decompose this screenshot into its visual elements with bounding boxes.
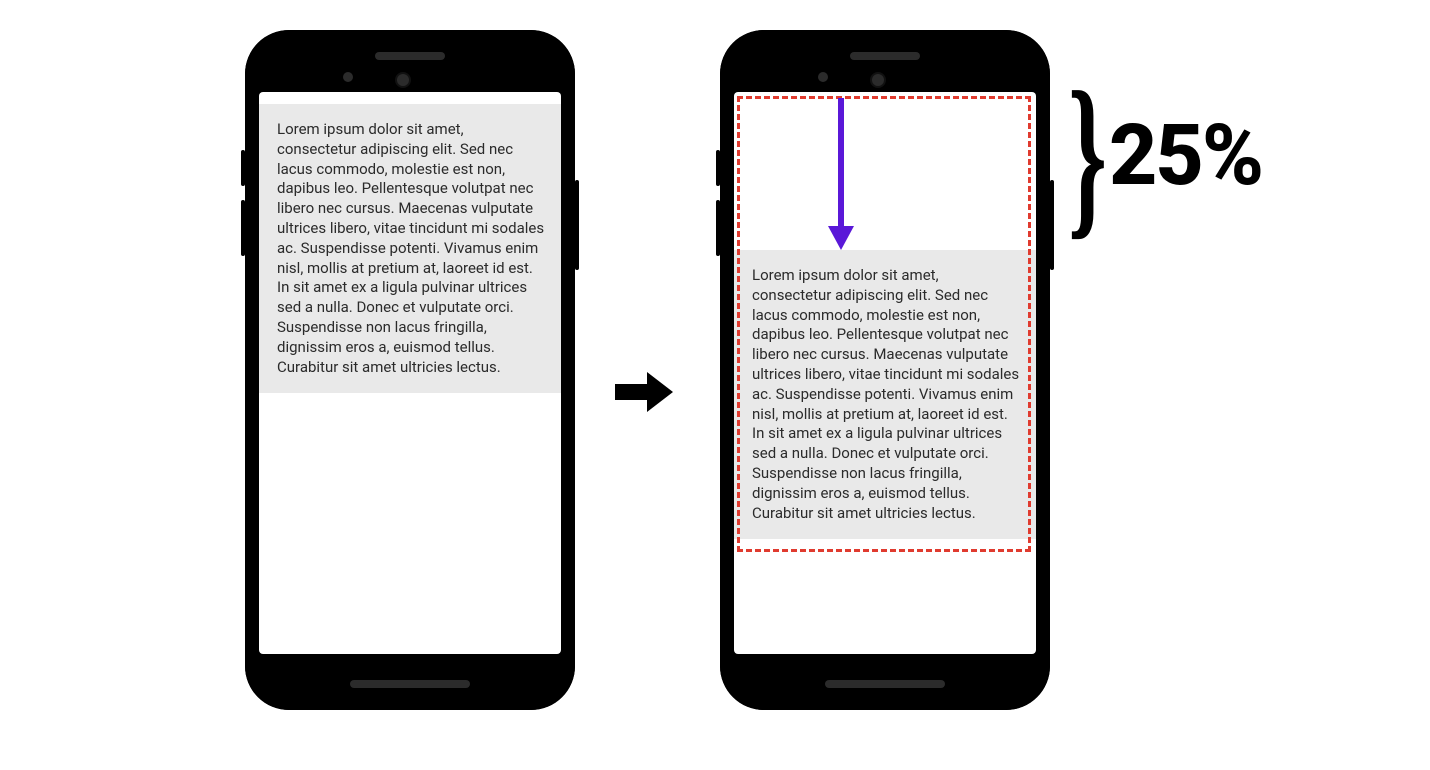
shift-percent-label: 25% [1109,106,1262,205]
phone-camera [870,72,886,88]
phone-screen-after: Lorem ipsum dolor sit amet, consectetur … [734,92,1036,654]
transition-arrow-icon [615,370,675,418]
phone-sensor [343,72,353,82]
phone-chin [825,680,945,688]
phone-before: Lorem ipsum dolor sit amet, consectetur … [245,30,575,710]
phone-camera [395,72,411,88]
phone-screen-before: Lorem ipsum dolor sit amet, consectetur … [259,92,561,654]
phone-chin [350,680,470,688]
phone-after: Lorem ipsum dolor sit amet, consectetur … [720,30,1050,710]
content-text-before: Lorem ipsum dolor sit amet, consectetur … [259,104,561,393]
phone-side-button [241,150,245,186]
brace-icon: } [1068,92,1107,218]
phone-side-button [1050,180,1054,270]
layout-shift-gap [734,92,1036,250]
phone-side-button [575,180,579,270]
phone-side-button [716,150,720,186]
phone-speaker [850,52,920,60]
shift-distance-annotation: } 25% [1068,92,1262,218]
phone-speaker [375,52,445,60]
phone-side-button [716,200,720,256]
phone-sensor [818,72,828,82]
diagram-stage: Lorem ipsum dolor sit amet, consectetur … [0,0,1430,770]
content-text-after: Lorem ipsum dolor sit amet, consectetur … [734,250,1036,539]
phone-side-button [241,200,245,256]
